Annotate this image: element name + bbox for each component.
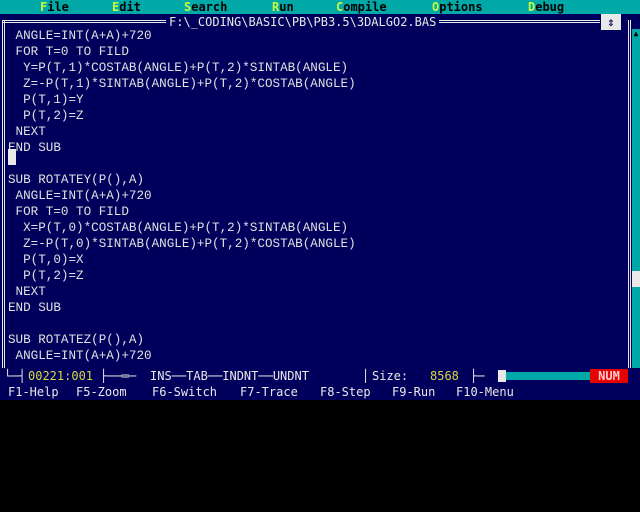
vertical-scrollbar[interactable]: ▲ ▼ [632,29,640,381]
code-line: Z=-P(T,1)*SINTAB(ANGLE)+P(T,2)*COSTAB(AN… [8,77,356,91]
code-line: Y=P(T,1)*COSTAB(ANGLE)+P(T,2)*SINTAB(ANG… [8,61,349,75]
code-line: P(T,1)=Y [8,93,84,107]
code-line: SUB ROTATEY(P(),A) [8,173,145,187]
code-line: X=P(T,0)*COSTAB(ANGLE)+P(T,2)*SINTAB(ANG… [8,221,349,235]
menu-run[interactable]: Run [272,0,294,14]
code-line: ANGLE=INT(A+A)+720 [8,349,152,363]
editor-window: F:\_CODING\BASIC\PB\PB3.5\3DALGO2.BAS ⇕ … [0,14,640,384]
menu-file[interactable]: File [40,0,69,14]
code-line: Z=-P(T,0)*SINTAB(ANGLE)+P(T,2)*COSTAB(AN… [8,237,356,251]
menu-debug[interactable]: Debug [528,0,564,14]
code-line: FOR T=0 TO FILD [8,205,129,219]
menu-compile[interactable]: Compile [336,0,387,14]
size-label: Size: [372,369,409,383]
vertical-scroll-thumb[interactable] [632,271,640,287]
window-frame-right [628,20,631,376]
fkey-switch[interactable]: F6-Switch [152,384,217,400]
num-lock-indicator: NUM [590,369,628,383]
fkey-run[interactable]: F9-Run [392,384,435,400]
code-line: P(T,2)=Z [8,109,84,123]
code-line: P(T,0)=X [8,253,84,267]
fkey-step[interactable]: F8-Step [320,384,371,400]
code-line: NEXT [8,285,46,299]
code-line: ANGLE=INT(A+A)+720 [8,29,152,43]
window-frame-left [2,20,5,376]
fkey-menu[interactable]: F10-Menu [456,384,514,400]
fkey-zoom[interactable]: F5-Zoom [76,384,127,400]
menu-edit[interactable]: Edit [112,0,141,14]
menu-search[interactable]: Search [184,0,227,14]
function-key-bar: F1-Help F5-Zoom F6-Switch F7-Trace F8-St… [0,384,640,400]
horizontal-scroll-thumb[interactable] [498,370,506,382]
menu-options[interactable]: Options [432,0,483,14]
fkey-help[interactable]: F1-Help [8,384,59,400]
code-line: NEXT [8,125,46,139]
code-line: P(T,2)=Z [8,269,84,283]
fkey-trace[interactable]: F7-Trace [240,384,298,400]
scroll-up-icon[interactable]: ▲ [632,29,640,39]
zoom-window-icon[interactable]: ⇕ [601,14,621,30]
editor-flags: INS──TAB──INDNT──UNDNT [150,369,309,383]
code-editor[interactable]: ANGLE=INT(A+A)+720 FOR T=0 TO FILD Y=P(T… [8,28,356,364]
code-line: FOR T=0 TO FILD [8,45,129,59]
size-value: 8568 [430,369,459,383]
menu-bar: File Edit Search Run Compile Options Deb… [0,0,640,14]
cursor-position: 00221:001 [28,369,94,383]
code-line: SUB ROTATEZ(P(),A) [8,333,145,347]
code-line: END SUB [8,301,61,315]
window-title: F:\_CODING\BASIC\PB\PB3.5\3DALGO2.BAS [166,15,440,29]
code-line: ANGLE=INT(A+A)+720 [8,189,152,203]
text-cursor [8,149,16,165]
